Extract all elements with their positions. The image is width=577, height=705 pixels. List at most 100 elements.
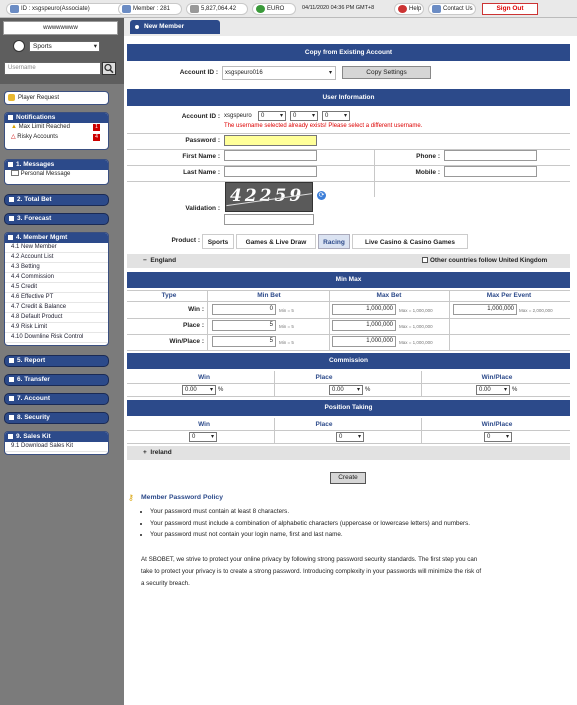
member-count-badge: Member : 281 bbox=[118, 3, 182, 15]
menu-commission[interactable]: 4.4 Commission bbox=[5, 273, 108, 283]
mobile-input[interactable] bbox=[444, 166, 537, 177]
place-max-bet-input[interactable]: 1,000,000 bbox=[332, 320, 396, 331]
win-max-bet-input[interactable]: 1,000,000 bbox=[332, 304, 396, 315]
other-countries-checkbox[interactable] bbox=[422, 257, 428, 263]
help-link[interactable]: Help bbox=[394, 3, 424, 15]
commission-place-select[interactable]: 0.00 ▾ bbox=[329, 385, 363, 395]
create-button[interactable]: Create bbox=[330, 472, 366, 484]
tab-live-casino[interactable]: Live Casino & Casino Games bbox=[352, 234, 468, 249]
warning-icon: △ bbox=[11, 133, 16, 140]
commission-win-place-select[interactable]: 0.00 ▾ bbox=[476, 385, 510, 395]
list-item: Your password must contain at least 8 ch… bbox=[150, 506, 556, 518]
phone-input[interactable] bbox=[444, 150, 537, 161]
search-button[interactable] bbox=[102, 62, 116, 75]
menu-betting[interactable]: 4.3 Betting bbox=[5, 263, 108, 273]
validation-input[interactable] bbox=[224, 214, 314, 225]
list-item: Your password must not contain your logi… bbox=[150, 529, 556, 541]
user-id-badge: ID : xsgspeuro(Associate) bbox=[6, 3, 126, 15]
policy-title: Member Password Policy bbox=[141, 494, 223, 501]
minmax-type-win: Win : bbox=[188, 306, 204, 313]
envelope-icon bbox=[11, 170, 19, 177]
minmax-col-min: Min Bet bbox=[257, 292, 281, 299]
forecast-menu[interactable]: 3. Forecast bbox=[4, 213, 109, 225]
chevron-down-icon: ▾ bbox=[356, 387, 360, 393]
ireland-row[interactable]: + Ireland bbox=[127, 446, 570, 460]
messages-menu[interactable]: 1. Messages bbox=[5, 160, 108, 170]
chevron-down-icon: ▾ bbox=[279, 113, 283, 119]
minmax-type-place: Place : bbox=[183, 322, 204, 329]
menu-download-sales-kit[interactable]: 9.1 Download Sales Kit bbox=[5, 442, 108, 452]
expand-icon: + bbox=[143, 449, 147, 456]
report-menu[interactable]: 5. Report bbox=[4, 355, 109, 367]
contact-us-link[interactable]: Contact Us bbox=[428, 3, 476, 15]
menu-risk-limit[interactable]: 4.9 Risk Limit bbox=[5, 323, 108, 333]
key-icon: ⚷ bbox=[128, 493, 134, 502]
transfer-menu[interactable]: 6. Transfer bbox=[4, 374, 109, 386]
sign-out-button[interactable]: Sign Out bbox=[482, 3, 538, 15]
user-icon bbox=[10, 5, 19, 13]
position-col-win: Win bbox=[198, 421, 210, 428]
minmax-type-win-place: Win/Place : bbox=[169, 338, 204, 345]
tab-sports[interactable]: Sports bbox=[202, 234, 234, 249]
account-digit-3-select[interactable]: 0 ▾ bbox=[322, 111, 350, 121]
sales-kit-menu[interactable]: 9. Sales Kit bbox=[5, 432, 108, 442]
account-menu[interactable]: 7. Account bbox=[4, 393, 109, 405]
refresh-captcha-icon[interactable]: ⟳ bbox=[317, 191, 326, 200]
notification-risky-accounts[interactable]: △ Risky Accounts 4 bbox=[5, 133, 108, 143]
dollar-icon bbox=[256, 5, 265, 13]
account-digit-1-select[interactable]: 0 ▾ bbox=[258, 111, 286, 121]
menu-account-list[interactable]: 4.2 Account List bbox=[5, 253, 108, 263]
personal-message-link[interactable]: Personal Message bbox=[5, 170, 108, 180]
username-search-input[interactable]: Username bbox=[4, 62, 101, 75]
first-name-input[interactable] bbox=[224, 150, 317, 161]
currency-badge: EURO bbox=[252, 3, 296, 15]
england-row[interactable]: − England Other countries follow United … bbox=[127, 254, 570, 268]
captcha-image: 42259 bbox=[225, 182, 313, 212]
notification-count-badge: 4 bbox=[93, 133, 100, 141]
password-input[interactable] bbox=[224, 135, 317, 146]
list-item: Your password must include a combination… bbox=[150, 518, 556, 530]
menu-credit-balance[interactable]: 4.7 Credit & Balance bbox=[5, 303, 108, 313]
position-win-select[interactable]: 0 ▾ bbox=[189, 432, 217, 442]
last-name-label: Last Name : bbox=[183, 169, 220, 176]
place-min-bet-input[interactable]: 5 bbox=[212, 320, 276, 331]
chevron-down-icon: ▾ bbox=[343, 113, 347, 119]
menu-default-product[interactable]: 4.8 Default Product bbox=[5, 313, 108, 323]
chevron-down-icon: ▾ bbox=[505, 434, 509, 440]
last-name-input[interactable] bbox=[224, 166, 317, 177]
validation-label: Validation : bbox=[185, 205, 220, 212]
player-request-link[interactable]: Player Request bbox=[4, 91, 109, 105]
account-digit-2-select[interactable]: 0 ▾ bbox=[290, 111, 318, 121]
help-icon bbox=[398, 5, 407, 13]
tab-racing[interactable]: Racing bbox=[318, 234, 350, 249]
total-bet-menu[interactable]: 2. Total Bet bbox=[4, 194, 109, 206]
chevron-down-icon: ▾ bbox=[210, 434, 214, 440]
position-win-place-select[interactable]: 0 ▾ bbox=[484, 432, 512, 442]
win-place-min-bet-input[interactable]: 5 bbox=[212, 336, 276, 347]
chevron-down-icon: ▾ bbox=[357, 434, 361, 440]
notification-count-badge: 1 bbox=[93, 124, 100, 131]
user-info-header: User Information bbox=[127, 89, 570, 106]
position-taking-header: Position Taking bbox=[127, 400, 570, 416]
menu-credit[interactable]: 4.5 Credit bbox=[5, 283, 108, 293]
menu-downline-risk-control[interactable]: 4.10 Downline Risk Control bbox=[5, 333, 108, 343]
commission-win-select[interactable]: 0.00 ▾ bbox=[182, 385, 216, 395]
tab-new-member[interactable]: New Member bbox=[130, 20, 220, 34]
position-place-select[interactable]: 0 ▾ bbox=[336, 432, 364, 442]
win-place-max-bet-input[interactable]: 1,000,000 bbox=[332, 336, 396, 347]
copy-settings-button[interactable]: Copy Settings bbox=[342, 66, 431, 79]
commission-header: Commission bbox=[127, 353, 570, 369]
mobile-label: Mobile : bbox=[415, 169, 440, 176]
notification-max-limit[interactable]: ▲ Max Limit Reached 1 bbox=[5, 123, 108, 133]
win-max-per-event-input[interactable]: 1,000,000 bbox=[453, 304, 517, 315]
menu-effective-pt[interactable]: 4.6 Effective PT bbox=[5, 293, 108, 303]
copy-account-label: Account ID : bbox=[179, 69, 218, 76]
sport-select[interactable]: Sports ▾ bbox=[29, 41, 100, 52]
tab-games-live-draw[interactable]: Games & Live Draw bbox=[236, 234, 316, 249]
chevron-down-icon: ▾ bbox=[503, 387, 507, 393]
security-menu[interactable]: 8. Security bbox=[4, 412, 109, 424]
win-min-bet-input[interactable]: 0 bbox=[212, 304, 276, 315]
menu-new-member[interactable]: 4.1 New Member bbox=[5, 243, 108, 253]
copy-account-select[interactable]: xsgspeuro016 ▾ bbox=[222, 66, 336, 80]
member-mgmt-menu[interactable]: 4. Member Mgmt bbox=[5, 233, 108, 243]
